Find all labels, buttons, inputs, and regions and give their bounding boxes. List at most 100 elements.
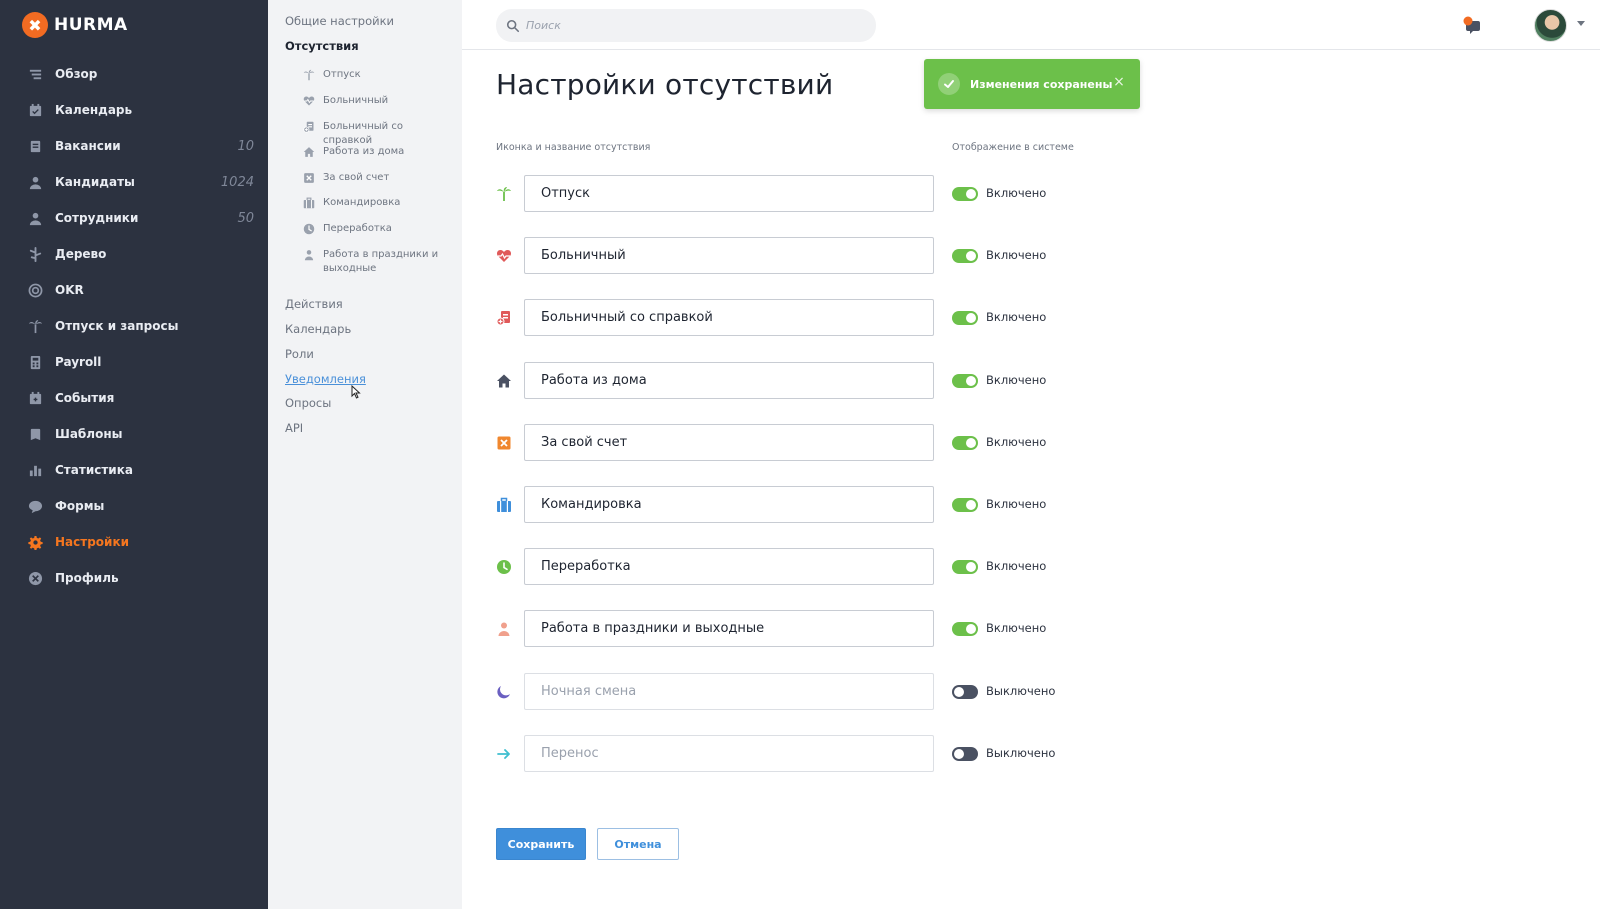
top-bar	[462, 0, 1600, 50]
calculator-icon	[27, 354, 43, 370]
subnav-surveys[interactable]: Опросы	[285, 396, 331, 410]
palm-icon[interactable]	[496, 186, 512, 202]
brand[interactable]: ✖ HURMA	[22, 12, 128, 38]
sidebar-nav: Обзор Календарь Вакансии 10 Кандидаты 1024 Сот…	[0, 56, 268, 596]
subnav-general[interactable]: Общие настройки	[285, 14, 394, 28]
events-icon	[27, 390, 43, 406]
sidebar-item-7[interactable]: Отпуск и запросы	[0, 308, 268, 344]
medical-note-icon[interactable]	[496, 310, 512, 326]
subnav-api[interactable]: API	[285, 421, 303, 435]
sidebar-item-8[interactable]: Payroll	[0, 344, 268, 380]
subnav-absence-label: За свой счет	[323, 172, 390, 183]
sidebar-item-6[interactable]: OKR	[0, 272, 268, 308]
sidebar-item-14[interactable]: Профиль	[0, 560, 268, 596]
settings-subnav: Общие настройки Отсутствия Отпуск Больнич…	[268, 0, 462, 909]
display-toggle[interactable]	[952, 560, 978, 575]
toggle-knob	[966, 562, 976, 573]
sidebar-item-label: Формы	[55, 499, 105, 513]
sidebar-item-13[interactable]: Настройки	[0, 524, 268, 560]
display-toggle[interactable]	[952, 746, 978, 761]
cancel-button[interactable]: Отмена	[597, 828, 679, 860]
absence-name-input[interactable]	[524, 548, 934, 586]
cross-box-icon[interactable]	[496, 435, 512, 451]
absence-row: Включено	[496, 548, 1096, 586]
sidebar-item-count: 1024	[220, 174, 254, 190]
subnav-absence-item[interactable]: Работа в праздники и выходные	[303, 248, 453, 276]
heart-pulse-icon[interactable]	[496, 248, 512, 264]
subnav-actions[interactable]: Действия	[285, 297, 343, 311]
absence-name-input[interactable]	[524, 610, 934, 648]
search-input[interactable]	[526, 19, 846, 32]
sidebar-item-2[interactable]: Вакансии 10	[0, 128, 268, 164]
subnav-calendar[interactable]: Календарь	[285, 322, 351, 336]
sidebar-item-label: Payroll	[55, 355, 102, 369]
subnav-absence-item[interactable]: Отпуск	[303, 68, 453, 82]
chevron-down-icon[interactable]	[1577, 21, 1585, 26]
briefcase-icon[interactable]	[496, 497, 512, 513]
display-toggle[interactable]	[952, 249, 978, 264]
absence-name-input[interactable]	[524, 672, 934, 710]
subnav-absence-item[interactable]: Больничный	[303, 94, 453, 108]
subnav-absence-label: Больничный	[323, 95, 389, 106]
close-icon[interactable]: ×	[1112, 75, 1126, 89]
moon-icon[interactable]	[496, 684, 512, 700]
forms-icon	[27, 498, 43, 514]
sidebar-item-12[interactable]: Формы	[0, 488, 268, 524]
toggle-knob	[966, 624, 976, 635]
user-avatar[interactable]	[1534, 9, 1567, 42]
display-toggle[interactable]	[952, 373, 978, 388]
sidebar-item-5[interactable]: Дерево	[0, 236, 268, 272]
subnav-absence-item[interactable]: За свой счет	[303, 171, 453, 185]
sidebar-item-3[interactable]: Кандидаты 1024	[0, 164, 268, 200]
sidebar-item-label: Кандидаты	[55, 175, 135, 189]
absence-name-input[interactable]	[524, 486, 934, 523]
clock-icon[interactable]	[496, 559, 512, 575]
display-toggle[interactable]	[952, 684, 978, 699]
toggle-knob	[954, 748, 964, 759]
sidebar-item-label: Шаблоны	[55, 427, 123, 441]
absence-name-input[interactable]	[524, 423, 934, 461]
subnav-absence-item[interactable]: Работа из дома	[303, 145, 453, 159]
absence-row: Включено	[496, 361, 1096, 400]
absence-name-input[interactable]	[524, 299, 934, 337]
home-icon[interactable]	[496, 373, 512, 389]
sidebar-item-4[interactable]: Сотрудники 50	[0, 200, 268, 236]
display-toggle[interactable]	[952, 187, 978, 201]
absence-name-input[interactable]	[524, 734, 934, 772]
absence-row: Включено	[496, 237, 1096, 275]
subnav-roles[interactable]: Роли	[285, 347, 314, 361]
arrow-right-icon[interactable]	[496, 746, 512, 762]
display-toggle[interactable]	[952, 498, 978, 512]
notifications-icon[interactable]	[1462, 15, 1482, 35]
sidebar-item-label: Настройки	[55, 535, 130, 549]
sidebar-item-1[interactable]: Календарь	[0, 92, 268, 128]
sidebar-item-11[interactable]: Статистика	[0, 452, 268, 488]
cross-box-icon	[303, 172, 315, 184]
absence-name-input[interactable]	[524, 361, 934, 399]
display-status-label: Включено	[986, 497, 1047, 511]
display-toggle[interactable]	[952, 435, 978, 450]
search-box[interactable]	[496, 9, 876, 42]
display-toggle[interactable]	[952, 311, 978, 326]
subnav-absence-item[interactable]: Больничный со справкой	[303, 120, 453, 148]
subnav-notifications[interactable]: Уведомления	[285, 372, 366, 386]
sidebar-item-9[interactable]: События	[0, 380, 268, 416]
display-toggle[interactable]	[952, 622, 978, 637]
subnav-absence-label: Командировка	[323, 197, 401, 208]
templates-icon	[27, 426, 43, 442]
sidebar-item-label: Сотрудники	[55, 211, 139, 225]
sidebar-item-10[interactable]: Шаблоны	[0, 416, 268, 452]
absence-name-input[interactable]	[524, 175, 934, 212]
vacancies-icon	[27, 138, 43, 154]
subnav-absence-item[interactable]: Командировка	[303, 196, 453, 210]
toggle-knob	[966, 375, 976, 386]
person-icon[interactable]	[496, 621, 512, 637]
display-status-label: Включено	[986, 434, 1047, 449]
absence-name-input[interactable]	[524, 237, 934, 275]
subnav-absence-item[interactable]: Переработка	[303, 222, 453, 236]
sidebar-item-0[interactable]: Обзор	[0, 56, 268, 92]
save-button[interactable]: Сохранить	[496, 828, 586, 860]
absence-row: Включено	[496, 486, 1096, 524]
sidebar-item-label: Календарь	[55, 103, 133, 117]
subnav-absences[interactable]: Отсутствия	[285, 39, 359, 53]
